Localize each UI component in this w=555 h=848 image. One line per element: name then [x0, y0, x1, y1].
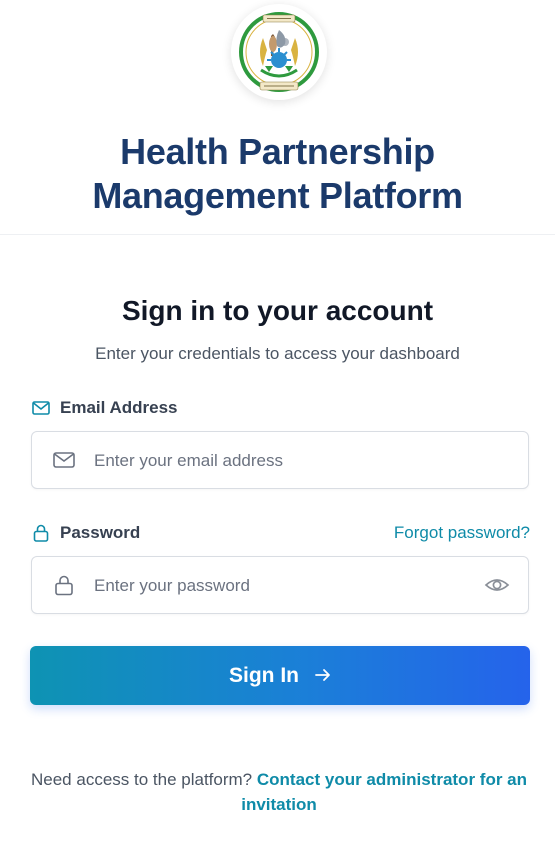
access-note: Need access to the platform? Contact you…: [30, 767, 528, 817]
signin-card: Sign in to your account Enter your crede…: [0, 234, 555, 848]
sign-in-button[interactable]: Sign In: [30, 646, 530, 705]
password-input[interactable]: [92, 557, 476, 615]
header-section: Health Partnership Management Platform: [0, 0, 555, 240]
app-title: Health Partnership Management Platform: [0, 130, 555, 218]
lock-icon: [31, 523, 51, 543]
eye-icon[interactable]: [484, 573, 510, 597]
email-label: Email Address: [31, 398, 177, 418]
contact-admin-link[interactable]: Contact your administrator for an invita…: [241, 770, 527, 814]
app-title-line-1: Health Partnership: [120, 131, 435, 172]
email-label-text: Email Address: [60, 398, 178, 417]
rwanda-coat-of-arms-icon: [235, 8, 323, 96]
app-title-line-2: Management Platform: [92, 175, 463, 216]
access-prompt: Need access to the platform?: [31, 770, 253, 789]
sign-in-button-label: Sign In: [229, 663, 299, 687]
password-label-text: Password: [60, 523, 141, 542]
signin-subtitle: Enter your credentials to access your da…: [95, 344, 460, 363]
email-field[interactable]: [31, 431, 529, 490]
mail-icon: [52, 448, 76, 472]
password-field[interactable]: [31, 556, 529, 615]
password-label: Password: [31, 523, 140, 543]
email-input[interactable]: [92, 432, 476, 490]
forgot-password-link[interactable]: Forgot password?: [394, 523, 530, 543]
lock-icon: [52, 573, 76, 597]
mail-icon: [31, 398, 51, 418]
signin-title: Sign in to your account: [121, 295, 434, 326]
arrow-right-icon: [315, 664, 331, 688]
coat-of-arms-logo: [231, 4, 327, 100]
